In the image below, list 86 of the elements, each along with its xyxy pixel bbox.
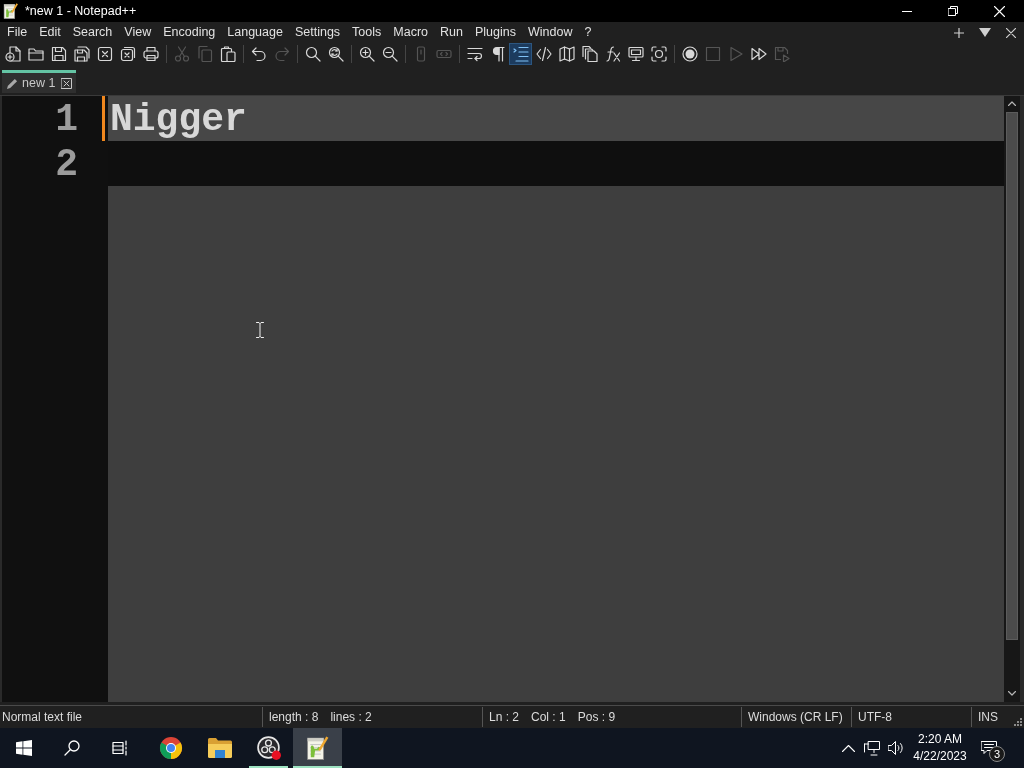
resize-grip-icon[interactable] bbox=[1013, 717, 1022, 726]
undo-icon bbox=[250, 46, 267, 62]
menu-item[interactable]: Plugins bbox=[468, 23, 522, 42]
recorder-icon bbox=[256, 736, 281, 760]
status-text: INS bbox=[978, 710, 998, 724]
notepad-icon bbox=[3, 3, 19, 19]
zoom-out-icon bbox=[381, 46, 398, 62]
browser-icon bbox=[158, 736, 183, 760]
status-text: Windows (CR LF) bbox=[748, 710, 843, 724]
folder-icon bbox=[27, 46, 44, 62]
close-icon bbox=[993, 5, 1005, 17]
restore-icon bbox=[948, 6, 958, 16]
dropdown-icon[interactable] bbox=[979, 28, 991, 37]
window-title: *new 1 - Notepad++ bbox=[25, 4, 137, 18]
line-number: 2 bbox=[55, 143, 78, 186]
text-area[interactable]: Nigger bbox=[108, 96, 1004, 702]
monitor-icon bbox=[627, 46, 644, 62]
status-text: Col : 1 bbox=[531, 710, 566, 724]
redo-icon bbox=[273, 46, 290, 62]
speaker-icon bbox=[888, 741, 904, 755]
notepad-icon bbox=[305, 736, 330, 760]
taskbar-app-button[interactable] bbox=[293, 728, 342, 768]
folder-icon bbox=[207, 738, 232, 758]
menu-item[interactable]: Encoding bbox=[157, 23, 222, 42]
record-icon bbox=[681, 46, 698, 62]
toolbar-button[interactable] bbox=[509, 43, 532, 65]
text-cursor-icon bbox=[256, 322, 264, 338]
copy-icon bbox=[196, 46, 213, 62]
menu-item[interactable]: Tools bbox=[346, 23, 388, 42]
close-icon[interactable] bbox=[61, 77, 73, 89]
clock[interactable]: 2:20 AM 4/22/2023 bbox=[908, 728, 972, 768]
map-icon bbox=[558, 46, 575, 62]
search-icon bbox=[304, 46, 321, 62]
menu-item[interactable]: Run bbox=[434, 23, 469, 42]
play-icon bbox=[727, 46, 744, 62]
menu-item[interactable]: Settings bbox=[288, 23, 347, 42]
zoom-in-icon bbox=[358, 46, 375, 62]
plus-icon[interactable] bbox=[954, 27, 964, 38]
chevron-down-icon[interactable] bbox=[1008, 691, 1016, 696]
notification-count: 3 bbox=[989, 746, 1005, 762]
status-text: lines : 2 bbox=[330, 710, 372, 724]
task-view-icon bbox=[112, 740, 128, 756]
printer-icon bbox=[142, 46, 159, 62]
fast-forward-icon bbox=[750, 46, 767, 62]
status-text: Ln : 2 bbox=[489, 710, 520, 724]
documents-icon bbox=[581, 46, 598, 62]
status-text: Pos : 9 bbox=[577, 710, 616, 724]
close-icon bbox=[96, 46, 113, 62]
menu-item[interactable]: Language bbox=[221, 23, 289, 42]
notification-button[interactable]: 3 bbox=[972, 728, 1012, 768]
menu-item[interactable]: Search bbox=[66, 23, 119, 42]
close-icon[interactable] bbox=[1006, 27, 1016, 38]
menu-item[interactable]: File bbox=[1, 23, 34, 42]
save-icon bbox=[50, 46, 67, 62]
vertical-scrollbar[interactable] bbox=[1004, 96, 1020, 702]
new-file-icon bbox=[4, 46, 21, 62]
menu-item[interactable]: ? bbox=[578, 23, 598, 42]
indent-guide-icon bbox=[512, 46, 529, 62]
chevron-up-icon bbox=[841, 744, 855, 752]
search-icon bbox=[64, 740, 80, 756]
chevron-up-icon[interactable] bbox=[1008, 101, 1016, 106]
stop-icon bbox=[704, 46, 721, 62]
menu-item[interactable]: Window bbox=[521, 23, 579, 42]
status-text: length : 8 bbox=[269, 710, 319, 724]
save-all-icon bbox=[73, 46, 90, 62]
clipboard-icon bbox=[219, 46, 236, 62]
function-icon bbox=[604, 46, 621, 62]
floppy-play-icon bbox=[773, 46, 790, 62]
tab[interactable]: new 1 bbox=[2, 70, 77, 93]
menu-item[interactable]: Edit bbox=[33, 23, 67, 42]
status-text: UTF-8 bbox=[858, 710, 892, 724]
line-number: 1 bbox=[55, 98, 78, 141]
replace-icon bbox=[327, 46, 344, 62]
start-icon bbox=[16, 740, 32, 756]
editor-text: Nigger bbox=[110, 98, 247, 141]
menu-item[interactable]: View bbox=[118, 23, 158, 42]
code-icon bbox=[535, 46, 552, 62]
minimize-icon bbox=[902, 10, 912, 12]
word-wrap-icon bbox=[466, 46, 483, 62]
menu-item[interactable]: Macro bbox=[387, 23, 435, 42]
status-text: Normal text file bbox=[2, 710, 83, 724]
scrollbar-thumb[interactable] bbox=[1006, 112, 1018, 640]
viewfinder-icon bbox=[650, 46, 667, 62]
scissors-icon bbox=[173, 46, 190, 62]
close-all-icon bbox=[119, 46, 136, 62]
network-icon bbox=[864, 740, 880, 756]
